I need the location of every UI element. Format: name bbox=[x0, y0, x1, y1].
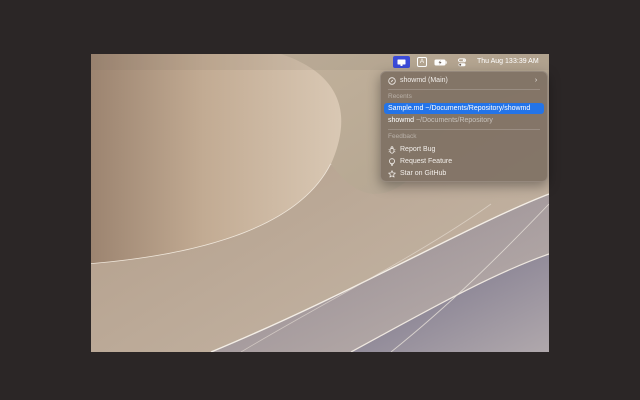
menu-item-label: Report Bug bbox=[400, 146, 436, 153]
chevron-right-icon: › bbox=[534, 77, 538, 84]
menu-bar-time[interactable]: 3:39 AM bbox=[513, 54, 543, 70]
screen: A Thu Aug 13 3:39 AM showmd (Main) › Rec… bbox=[0, 0, 640, 400]
recent-item-path: ~/Documents/Repository bbox=[416, 117, 493, 124]
input-source-label: A bbox=[417, 57, 427, 67]
control-center-icon[interactable] bbox=[457, 54, 467, 70]
menu-item-label: Star on GitHub bbox=[400, 170, 447, 177]
menu-item-star-github[interactable]: Star on GitHub bbox=[384, 168, 544, 179]
star-icon bbox=[388, 169, 396, 178]
recent-item-showmd[interactable]: showmd ~/Documents/Repository bbox=[384, 115, 544, 126]
menu-item-label: Request Feature bbox=[400, 158, 453, 165]
menu-separator bbox=[388, 89, 540, 90]
compass-icon bbox=[388, 76, 396, 85]
bug-icon bbox=[388, 145, 396, 154]
input-source-icon[interactable]: A bbox=[417, 54, 427, 70]
recents-heading: Recents bbox=[388, 93, 412, 100]
menu-separator bbox=[388, 129, 540, 130]
app-dropdown-menu: showmd (Main) › Recents Sample.md ~/Docu… bbox=[380, 71, 548, 182]
feedback-heading: Feedback bbox=[388, 133, 417, 140]
menu-bar: A Thu Aug 13 3:39 AM bbox=[91, 54, 549, 70]
battery-icon[interactable] bbox=[433, 54, 447, 70]
menu-bar-date[interactable]: Thu Aug 13 bbox=[477, 54, 515, 70]
lightbulb-icon bbox=[388, 157, 396, 166]
menu-item-main-label: showmd (Main) bbox=[400, 77, 448, 84]
recent-item-name: showmd bbox=[388, 117, 415, 124]
showmd-app-icon[interactable] bbox=[393, 56, 410, 68]
menu-item-report-bug[interactable]: Report Bug bbox=[384, 144, 544, 155]
recent-item-name: Sample.md bbox=[388, 105, 424, 112]
menu-item-request-feature[interactable]: Request Feature bbox=[384, 156, 544, 167]
recent-item-path: ~/Documents/Repository/showmd bbox=[425, 105, 531, 112]
menu-item-main[interactable]: showmd (Main) › bbox=[384, 75, 544, 86]
recent-item-sample[interactable]: Sample.md ~/Documents/Repository/showmd bbox=[384, 103, 544, 114]
